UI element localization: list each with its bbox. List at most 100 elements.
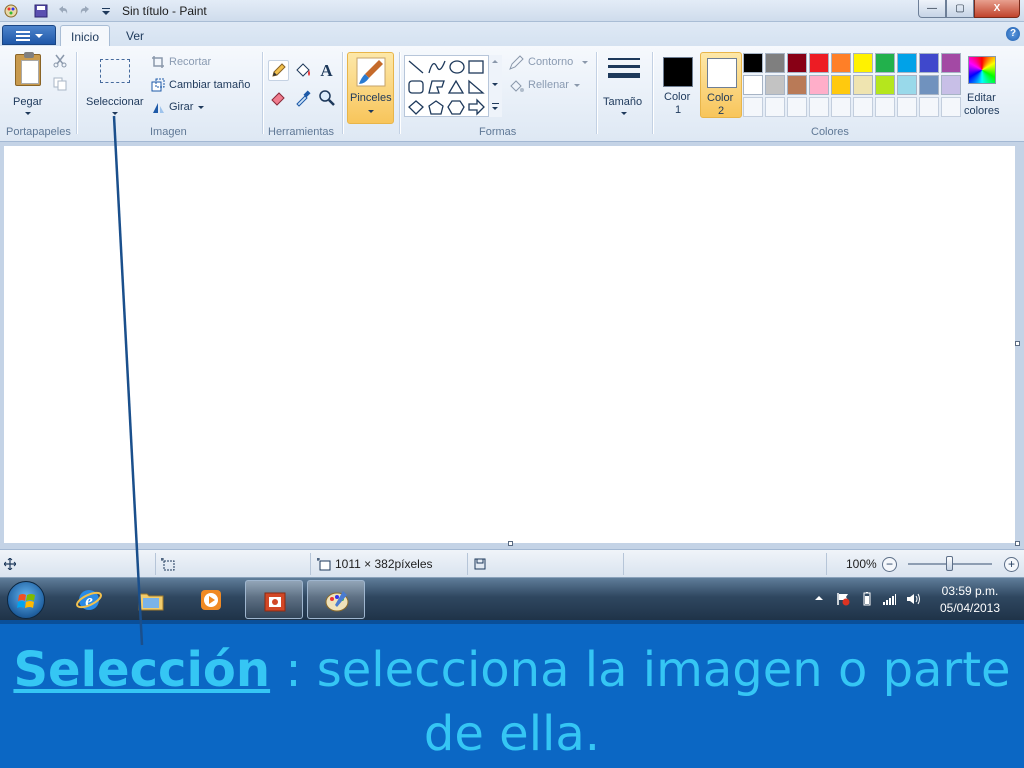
color-picker-tool[interactable] — [292, 87, 313, 108]
crop-button[interactable]: Recortar — [151, 55, 221, 71]
palette-swatch-empty[interactable] — [831, 97, 851, 117]
cut-icon[interactable] — [53, 54, 67, 68]
palette-swatch[interactable] — [875, 75, 895, 95]
brushes-button[interactable]: Pinceles — [347, 52, 394, 124]
palette-swatch[interactable] — [743, 75, 763, 95]
palette-swatch[interactable] — [941, 75, 961, 95]
group-separator — [596, 52, 597, 134]
palette-swatch-empty[interactable] — [919, 97, 939, 117]
clock-date[interactable]: 05/04/2013 — [938, 601, 1002, 615]
palette-swatch[interactable] — [787, 53, 807, 73]
outline-button[interactable]: Contorno — [508, 55, 592, 71]
palette-swatch[interactable] — [831, 53, 851, 73]
copy-icon[interactable] — [53, 77, 67, 91]
system-tray: 03:59 p.m. 05/04/2013 — [808, 578, 1024, 621]
tab-inicio[interactable]: Inicio — [60, 25, 110, 46]
palette-swatch[interactable] — [765, 53, 785, 73]
canvas-resize-handle-right[interactable] — [1015, 341, 1020, 346]
tab-ver[interactable]: Ver — [116, 25, 154, 46]
palette-swatch-empty[interactable] — [897, 97, 917, 117]
resize-button[interactable]: Cambiar tamaño — [151, 78, 256, 94]
palette-swatch[interactable] — [941, 53, 961, 73]
zoom-out-button[interactable]: − — [882, 557, 897, 572]
pencil-tool[interactable] — [268, 60, 289, 81]
palette-swatch[interactable] — [743, 53, 763, 73]
drawing-canvas[interactable] — [4, 146, 1015, 543]
taskbar-internet-explorer[interactable]: e — [60, 580, 118, 619]
battery-icon[interactable] — [860, 592, 874, 606]
color2-button[interactable]: Color 2 — [700, 52, 742, 118]
eraser-tool[interactable] — [268, 87, 289, 108]
palette-swatch-empty[interactable] — [941, 97, 961, 117]
palette-swatch-empty[interactable] — [809, 97, 829, 117]
zoom-slider-thumb[interactable] — [946, 556, 953, 571]
select-button[interactable]: Seleccionar — [84, 50, 146, 122]
palette-swatch[interactable] — [897, 53, 917, 73]
size-line-medium — [608, 65, 640, 68]
scroll-up-icon[interactable] — [492, 60, 498, 63]
fill-tool[interactable] — [292, 60, 313, 81]
palette-swatch[interactable] — [919, 75, 939, 95]
close-button[interactable]: X — [974, 0, 1020, 18]
palette-swatch[interactable] — [919, 53, 939, 73]
taskbar-paint[interactable] — [307, 580, 365, 619]
gallery-expand-icon[interactable] — [492, 103, 499, 104]
ribbon: Pegar Portapapeles Seleccionar Recortar … — [0, 46, 1024, 142]
palette-swatch[interactable] — [853, 53, 873, 73]
shapes-gallery[interactable] — [404, 55, 502, 117]
palette-swatch-empty[interactable] — [743, 97, 763, 117]
scroll-down-icon[interactable] — [492, 83, 498, 86]
palette-swatch[interactable] — [897, 75, 917, 95]
minimize-button[interactable]: — — [918, 0, 946, 18]
fill-button[interactable]: Rellenar — [508, 78, 592, 94]
magnifier-tool[interactable] — [316, 87, 337, 108]
save-icon[interactable] — [33, 3, 49, 19]
text-tool[interactable]: A — [316, 60, 337, 81]
help-icon[interactable]: ? — [1006, 27, 1020, 41]
palette-swatch-empty[interactable] — [787, 97, 807, 117]
edit-colors-label-line1[interactable]: Editar — [967, 92, 996, 104]
resize-icon — [151, 78, 165, 92]
internet-explorer-icon: e — [76, 590, 102, 610]
palette-swatch[interactable] — [809, 75, 829, 95]
paint-app-icon[interactable] — [3, 3, 19, 19]
palette-swatch-empty[interactable] — [875, 97, 895, 117]
volume-icon[interactable] — [906, 592, 920, 606]
action-center-flag-icon[interactable] — [836, 592, 850, 606]
palette-swatch[interactable] — [831, 75, 851, 95]
selection-size-icon — [161, 558, 175, 571]
paint-menu-button[interactable] — [2, 25, 56, 45]
taskbar-file-explorer[interactable] — [122, 580, 180, 619]
edit-colors-label-line2[interactable]: colores — [964, 105, 999, 117]
start-button[interactable] — [7, 581, 45, 619]
color1-swatch — [663, 57, 693, 87]
palette-swatch[interactable] — [787, 75, 807, 95]
taskbar-media-player[interactable] — [182, 580, 240, 619]
window-controls: — ▢ X — [918, 0, 1020, 19]
paste-button[interactable]: Pegar — [6, 50, 50, 122]
clock-time[interactable]: 03:59 p.m. — [938, 584, 1002, 598]
triangle-shape-icon — [447, 79, 465, 94]
palette-swatch-empty[interactable] — [765, 97, 785, 117]
network-signal-icon[interactable] — [882, 592, 896, 606]
customize-quick-access-icon[interactable] — [98, 3, 114, 19]
canvas-resize-handle-corner[interactable] — [1015, 541, 1020, 546]
palette-swatch-empty[interactable] — [853, 97, 873, 117]
color1-button[interactable]: Color 1 — [657, 52, 699, 118]
palette-swatch[interactable] — [853, 75, 873, 95]
show-hidden-icons-icon[interactable] — [812, 592, 826, 606]
outline-icon — [509, 55, 524, 70]
canvas-resize-handle-bottom[interactable] — [508, 541, 513, 546]
palette-swatch[interactable] — [765, 75, 785, 95]
size-button[interactable]: Tamaño — [600, 50, 648, 122]
rotate-button[interactable]: Girar — [151, 100, 211, 116]
undo-icon[interactable] — [55, 3, 71, 19]
zoom-in-button[interactable]: + — [1004, 557, 1019, 572]
shapes-gallery-scrollbar[interactable] — [488, 55, 502, 117]
redo-icon[interactable] — [77, 3, 93, 19]
color-wheel-icon[interactable] — [968, 56, 996, 84]
maximize-button[interactable]: ▢ — [946, 0, 974, 18]
palette-swatch[interactable] — [809, 53, 829, 73]
taskbar-powerpoint[interactable] — [245, 580, 303, 619]
palette-swatch[interactable] — [875, 53, 895, 73]
